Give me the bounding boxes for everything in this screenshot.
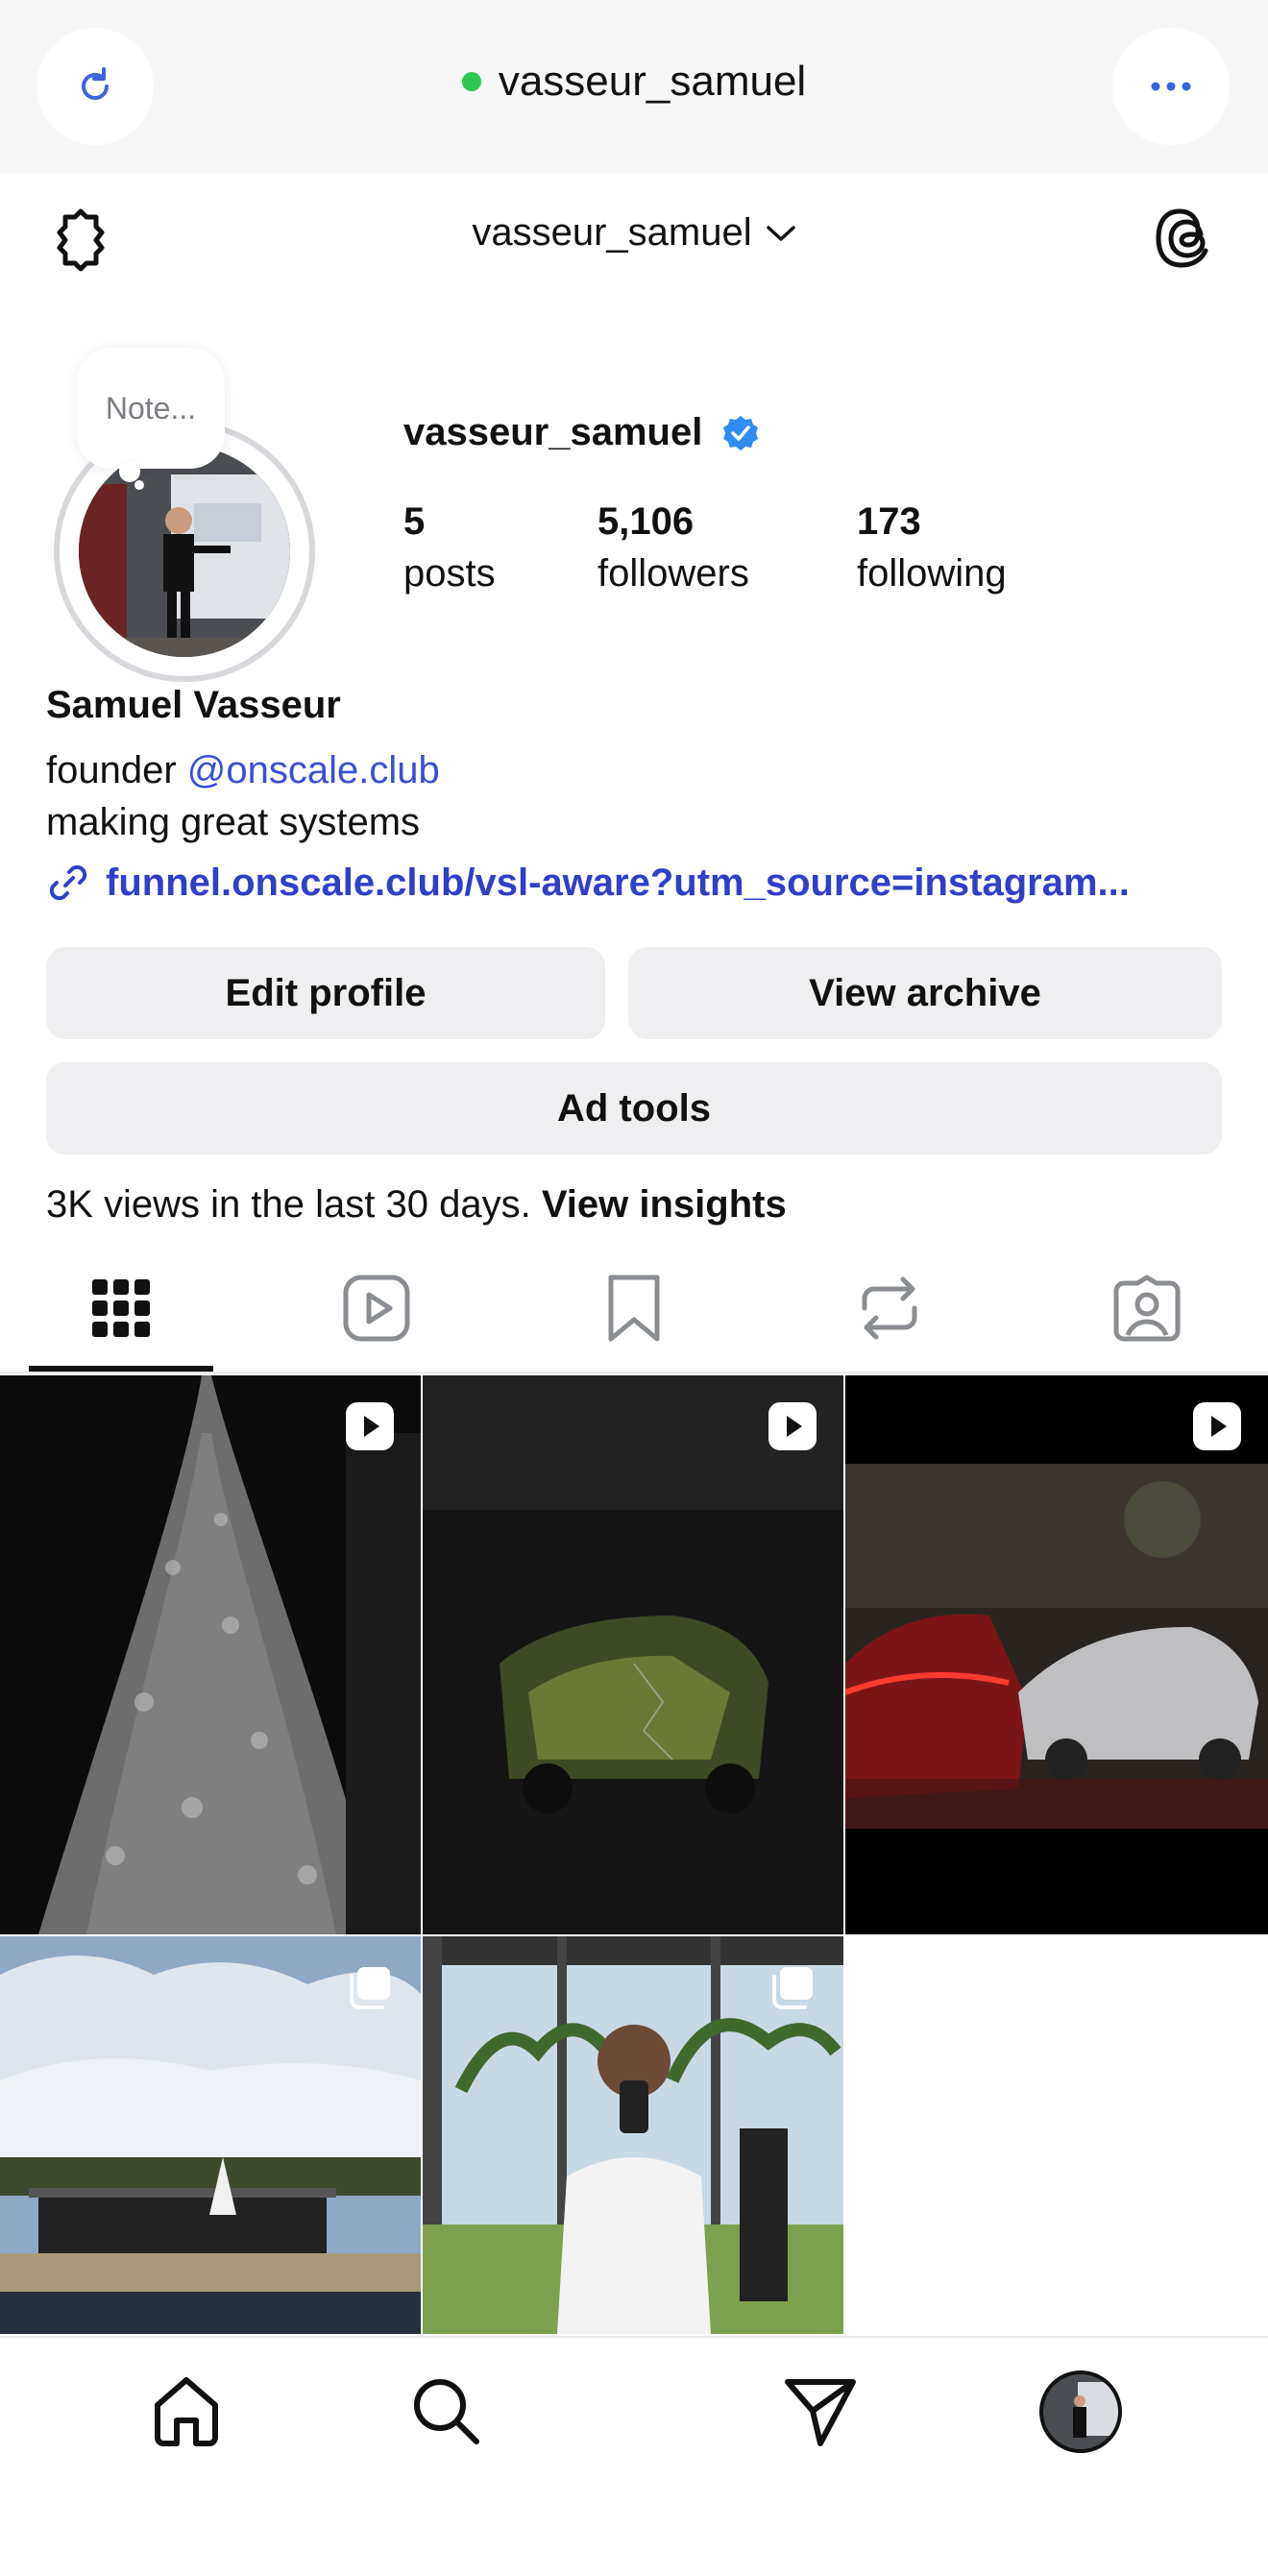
tagged-icon[interactable] — [1110, 1272, 1183, 1345]
browser-bar: vasseur_samuel — [0, 0, 1268, 173]
post-tile-2[interactable] — [423, 1375, 843, 1934]
bottom-navigation — [0, 2336, 1268, 2576]
stat-posts-count: 5 — [403, 500, 426, 543]
profile-tabs — [0, 1249, 1268, 1373]
profile-avatar-nav[interactable] — [1039, 2370, 1122, 2453]
profile-username: vasseur_samuel — [403, 411, 703, 453]
reels-icon[interactable] — [340, 1272, 413, 1345]
note-bubble[interactable]: Note... — [77, 348, 225, 469]
post-image-car-garage — [423, 1375, 843, 1934]
chevron-down-icon — [766, 225, 795, 241]
view-archive-button[interactable]: View archive — [628, 947, 1222, 1039]
browser-title-text: vasseur_samuel — [498, 58, 807, 105]
direct-messages-icon[interactable] — [782, 2372, 859, 2449]
stat-posts-label: posts — [403, 552, 496, 595]
profile-link-text: funnel.onscale.club/vsl-aware?utm_source… — [106, 861, 1130, 904]
home-icon[interactable] — [148, 2372, 225, 2449]
note-bubble-tail-dot — [134, 480, 144, 490]
reel-icon — [346, 1402, 394, 1450]
carousel-icon — [350, 1967, 390, 2009]
profile-avatar — [79, 446, 290, 657]
reel-icon — [768, 1402, 817, 1450]
post-image-christmas-tree — [0, 1375, 421, 1934]
post-image-cars-night — [845, 1375, 1268, 1934]
profile-stats: 5 posts 5,106 followers 173 following — [403, 496, 1007, 599]
verified-badge-icon — [723, 415, 759, 450]
reel-icon — [1193, 1402, 1241, 1450]
stat-posts[interactable]: 5 posts — [403, 496, 597, 599]
online-status-dot — [461, 72, 481, 91]
insights-text: 3K views in the last 30 days. — [46, 1183, 542, 1226]
threads-icon[interactable] — [1151, 202, 1224, 275]
note-placeholder: Note... — [105, 390, 197, 425]
account-switcher-label: vasseur_samuel — [472, 211, 752, 254]
stat-followers-label: followers — [597, 552, 749, 595]
note-bubble-tail — [119, 461, 140, 482]
active-tab-indicator — [29, 1366, 213, 1372]
edit-profile-button[interactable]: Edit profile — [46, 947, 605, 1039]
post-tile-5[interactable] — [423, 1936, 843, 2334]
browser-title: vasseur_samuel — [0, 58, 1268, 106]
profile-username-row: vasseur_samuel — [403, 411, 760, 454]
post-tile-3[interactable] — [845, 1375, 1268, 1934]
reposts-icon[interactable] — [853, 1272, 926, 1345]
carousel-icon — [772, 1967, 813, 2009]
link-icon — [49, 864, 87, 901]
more-options-button[interactable] — [1112, 28, 1230, 145]
bio-line-2: making great systems — [46, 801, 421, 843]
view-insights-link[interactable]: View insights — [542, 1183, 787, 1226]
avatar-photo — [79, 446, 290, 657]
grid-icon[interactable] — [85, 1272, 158, 1345]
profile-link[interactable]: funnel.onscale.club/vsl-aware?utm_source… — [46, 861, 1218, 905]
saved-icon[interactable] — [597, 1272, 671, 1345]
post-tile-1[interactable] — [0, 1375, 421, 1934]
bio-mention-link[interactable]: @onscale.club — [187, 749, 440, 791]
stat-following[interactable]: 173 following — [857, 496, 1007, 599]
stat-following-label: following — [857, 552, 1007, 595]
stat-followers-count: 5,106 — [597, 500, 695, 543]
ad-tools-button[interactable]: Ad tools — [46, 1062, 1222, 1154]
bio-line-1: founder @onscale.club — [46, 749, 440, 792]
account-switcher[interactable]: vasseur_samuel — [0, 211, 1268, 255]
more-icon — [1151, 82, 1191, 91]
nav-avatar-photo — [1043, 2374, 1118, 2449]
profile-full-name: Samuel Vasseur — [46, 684, 341, 726]
search-icon[interactable] — [407, 2372, 484, 2449]
stat-following-count: 173 — [857, 500, 921, 543]
post-tile-4[interactable] — [0, 1936, 421, 2334]
insights-summary: 3K views in the last 30 days. View insig… — [46, 1183, 787, 1227]
stat-followers[interactable]: 5,106 followers — [597, 496, 857, 599]
bio-text: founder — [46, 749, 187, 791]
